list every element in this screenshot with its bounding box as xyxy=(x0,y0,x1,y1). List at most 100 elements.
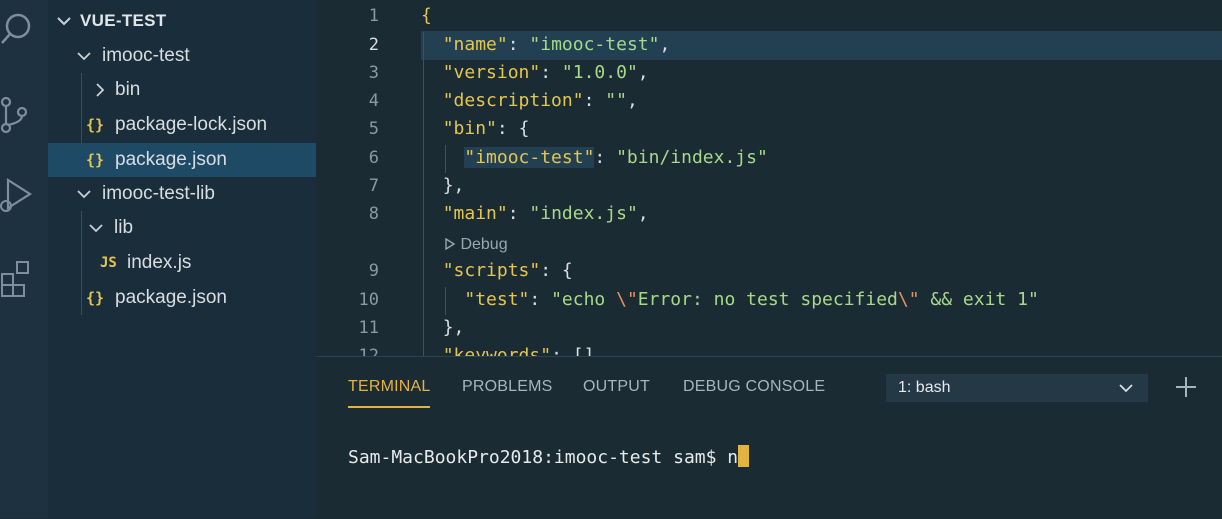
activity-bar xyxy=(0,0,48,518)
punct: , xyxy=(659,34,671,55)
colon: : xyxy=(529,289,552,310)
punct: , xyxy=(637,62,649,83)
line-number: 11 xyxy=(358,318,379,338)
chevron-down-icon xyxy=(56,4,72,38)
tree-item-label: index.js xyxy=(127,252,192,273)
code-line: "name": "imooc-test", xyxy=(421,34,671,55)
terminal-shell-select[interactable]: 1: bash xyxy=(886,374,1148,402)
play-icon xyxy=(445,237,456,251)
line-number: 4 xyxy=(368,91,379,111)
code-editor[interactable]: 1 2 3 4 5 6 7 8 9 10 11 12 { "name": "im… xyxy=(316,0,1222,356)
code-line: "version": "1.0.0", xyxy=(421,62,649,83)
tab-debug-console[interactable]: DEBUG CONSOLE xyxy=(683,378,825,396)
punct: }, xyxy=(442,317,465,338)
tree-folder-lib[interactable]: lib xyxy=(48,211,316,245)
code-line: }, xyxy=(421,175,465,196)
colon: : xyxy=(496,118,519,139)
escape-sequence: \" xyxy=(897,289,920,310)
tree-file-package-json-selected[interactable]: {} package.json xyxy=(48,143,316,177)
terminal-shell-value: 1: bash xyxy=(898,379,951,396)
line-number: 12 xyxy=(358,346,379,356)
json-key: "imooc-test" xyxy=(464,147,595,168)
line-number: 3 xyxy=(368,63,379,83)
tree-item-label: lib xyxy=(114,217,134,238)
json-string: "imooc-test" xyxy=(529,34,660,55)
tree-item-label: imooc-test-lib xyxy=(102,183,215,204)
chevron-right-icon xyxy=(92,73,108,107)
explorer-section-title: VUE-TEST xyxy=(80,11,167,30)
colon: : xyxy=(507,34,530,55)
punct: { xyxy=(561,260,573,281)
code-line: { xyxy=(421,5,432,26)
extensions-icon[interactable] xyxy=(0,256,34,297)
code-line: "test": "echo \"Error: no test specified… xyxy=(421,289,1039,310)
json-string: "bin/index.js" xyxy=(616,147,768,168)
json-string: Error: no test specified xyxy=(637,289,898,310)
code-line: "imooc-test": "bin/index.js" xyxy=(421,147,768,168)
punct: }, xyxy=(442,175,465,196)
tree-item-label: package.json xyxy=(115,287,227,308)
json-key: "keywords" xyxy=(442,345,552,356)
bottom-panel: TERMINAL PROBLEMS OUTPUT DEBUG CONSOLE 1… xyxy=(316,356,1222,519)
code-line: "scripts": { xyxy=(421,260,573,281)
json-key: "version" xyxy=(442,62,541,83)
tree-item-label: package-lock.json xyxy=(115,114,268,135)
tab-problems[interactable]: PROBLEMS xyxy=(462,378,553,396)
line-number: 5 xyxy=(368,119,379,139)
json-file-icon: {} xyxy=(86,116,105,134)
json-string: "" xyxy=(605,90,627,111)
tab-output[interactable]: OUTPUT xyxy=(583,378,650,396)
new-terminal-icon[interactable] xyxy=(1174,375,1198,404)
colon: : xyxy=(551,345,573,356)
colon: : xyxy=(594,147,617,168)
json-string: && exit 1" xyxy=(919,289,1039,310)
debug-codelens-label: Debug xyxy=(460,236,508,253)
tab-terminal[interactable]: TERMINAL xyxy=(348,378,431,396)
json-key: "name" xyxy=(442,34,508,55)
colon: : xyxy=(583,90,606,111)
source-control-icon[interactable] xyxy=(0,94,34,134)
tree-folder-bin[interactable]: bin xyxy=(48,73,316,107)
code-line: "main": "index.js", xyxy=(421,203,649,224)
javascript-file-icon: JS xyxy=(100,255,117,271)
code-line: "description": "", xyxy=(421,90,638,111)
json-key: "test" xyxy=(464,289,530,310)
tree-item-label: bin xyxy=(115,79,141,100)
code-line: "bin": { xyxy=(421,118,530,139)
line-number: 9 xyxy=(368,261,379,281)
search-icon[interactable] xyxy=(0,8,34,48)
explorer-section-header[interactable]: VUE-TEST xyxy=(48,4,316,38)
colon: : xyxy=(540,62,562,83)
json-file-icon: {} xyxy=(86,151,105,169)
punct: , xyxy=(626,90,638,111)
brace: { xyxy=(421,5,432,26)
active-tab-indicator xyxy=(348,406,430,408)
tree-folder-imooc-test[interactable]: imooc-test xyxy=(48,39,316,73)
terminal-input: n xyxy=(727,447,739,468)
chevron-down-icon xyxy=(76,177,92,211)
punct: [] xyxy=(572,345,595,356)
chevron-down-icon xyxy=(88,211,104,245)
json-key: "description" xyxy=(442,90,584,111)
debug-codelens[interactable]: Debug xyxy=(444,236,508,254)
json-key: "main" xyxy=(442,203,508,224)
escape-sequence: \" xyxy=(616,289,638,310)
tree-file-index-js[interactable]: JS index.js xyxy=(48,246,316,280)
tree-item-label: imooc-test xyxy=(102,45,190,66)
json-key: "scripts" xyxy=(442,260,541,281)
punct: , xyxy=(637,203,649,224)
run-debug-icon[interactable] xyxy=(0,174,34,214)
tree-item-label: package.json xyxy=(115,149,227,170)
line-number: 8 xyxy=(368,204,379,224)
terminal-output[interactable]: Sam-MacBookPro2018:imooc-test sam$ n xyxy=(348,445,750,468)
colon: : xyxy=(507,203,530,224)
code-line: }, xyxy=(421,317,465,338)
tree-folder-imooc-test-lib[interactable]: imooc-test-lib xyxy=(48,177,316,211)
json-string: "index.js" xyxy=(529,203,638,224)
tree-file-package-json[interactable]: {} package.json xyxy=(48,281,316,315)
json-file-icon: {} xyxy=(86,289,105,307)
chevron-down-icon xyxy=(1119,384,1133,393)
terminal-cursor xyxy=(738,445,750,467)
colon: : xyxy=(540,260,562,281)
tree-file-package-lock-json[interactable]: {} package-lock.json xyxy=(48,108,316,142)
